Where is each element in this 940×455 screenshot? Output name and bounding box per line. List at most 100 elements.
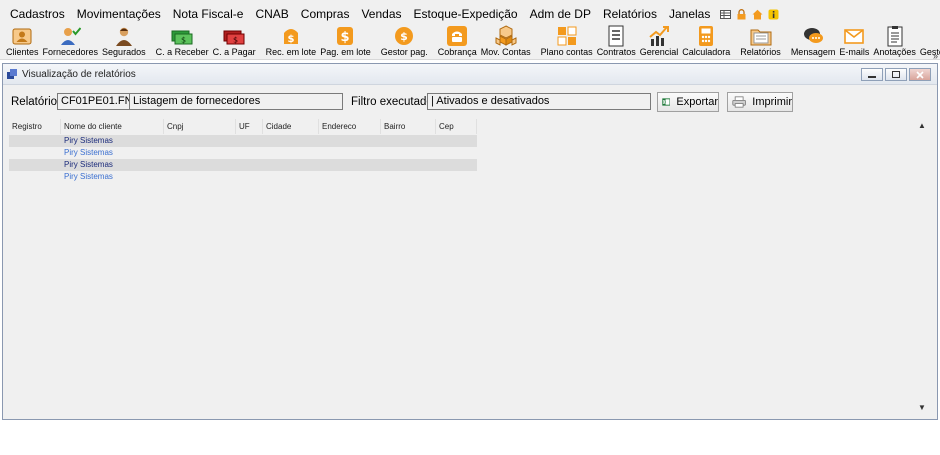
report-name-field[interactable]: Listagem de fornecedores [129,93,343,110]
close-icon [916,70,924,79]
menu-vendas[interactable]: Vendas [355,4,407,24]
calculadora-label: Calculadora [682,47,731,57]
gerencial-button[interactable]: Gerencial [638,24,681,60]
print-button[interactable]: Imprimir [727,92,793,112]
fornecedores-label: Fornecedores [42,47,99,57]
report-code-field[interactable]: CF01PE01.FN1 [57,93,131,110]
menu-nota-fiscal[interactable]: Nota Fiscal-e [167,4,250,24]
col-cidade[interactable]: Cidade [263,119,319,134]
menu-cnab[interactable]: CNAB [249,4,294,24]
export-label: Exportar [676,96,718,108]
relatorios-label: Relatórios [740,47,781,57]
report-viewer-window: Visualização de relatórios Relatório: CF… [2,63,938,420]
menu-adm-dp[interactable]: Adm de DP [524,4,597,24]
report-grid: Registro Nome do cliente Cnpj UF Cidade … [9,119,929,416]
pag-em-lote-button[interactable]: $ Pag. em lote [318,24,373,60]
cell-nome-cliente: Piry Sistemas [64,172,113,181]
contratos-label: Contratos [596,47,636,57]
batch-receive-icon: $ [283,29,298,45]
menu-movimentacoes[interactable]: Movimentações [71,4,167,24]
contracts-icon [608,25,624,47]
vertical-scrollbar[interactable]: ▲ ▼ [915,119,929,416]
reports-icon [750,29,772,46]
svg-text:$: $ [287,34,294,45]
menu-compras[interactable]: Compras [295,4,356,24]
col-endereco[interactable]: Endereco [319,119,381,134]
scroll-up-icon[interactable]: ▲ [918,121,926,130]
table-row[interactable]: Piry Sistemas [9,171,477,183]
col-cnpj[interactable]: Cnpj [164,119,236,134]
contas-pagar-button[interactable]: $ C. a Pagar [211,24,258,60]
col-bairro[interactable]: Bairro [381,119,436,134]
export-button[interactable]: Exportar [657,92,719,112]
pag-em-lote-label: Pag. em lote [320,47,371,57]
table-row[interactable]: Piry Sistemas [9,159,477,171]
chart-of-accounts-icon [557,26,577,46]
anotacoes-button[interactable]: Anotações [871,24,918,60]
info-icon[interactable] [768,9,779,20]
col-registro[interactable]: Registro [9,119,61,134]
cobranca-button[interactable]: Cobrança [436,24,479,60]
report-label: Relatório: [11,96,61,108]
minimize-button[interactable] [861,68,883,81]
gestor-pag-button[interactable]: $ Gestor pag. [379,24,430,60]
cobranca-label: Cobrança [437,47,477,57]
email-icon [844,29,865,44]
grid-header: Registro Nome do cliente Cnpj UF Cidade … [9,119,477,134]
plano-contas-button[interactable]: Plano contas [539,24,595,60]
table-row[interactable]: Piry Sistemas [9,135,477,147]
cell-registro [9,147,61,159]
printer-icon [732,96,746,108]
mov-contas-button[interactable]: Mov. Contas [479,24,533,60]
clientes-button[interactable]: Clientes [4,24,41,60]
grid-icon[interactable] [720,9,732,20]
anotacoes-label: Anotações [873,47,916,57]
svg-text:$: $ [341,30,350,45]
payment-manager-icon: $ [395,27,414,45]
mensagem-button[interactable]: Mensagem [789,24,838,60]
emails-button[interactable]: E-mails [837,24,871,60]
menu-relatorios[interactable]: Relatórios [597,4,663,24]
col-nome-cliente[interactable]: Nome do cliente [61,119,164,134]
contratos-button[interactable]: Contratos [595,24,638,60]
lock-icon[interactable] [736,8,747,20]
message-icon [804,28,824,43]
cell-registro [9,171,61,183]
contas-receber-button[interactable]: $ C. a Receber [154,24,211,60]
gestor-pag-label: Gestor pag. [380,47,428,57]
rec-em-lote-label: Rec. em lote [265,47,317,57]
relatorios-button[interactable]: Relatórios [738,24,783,60]
receivable-icon: $ [171,30,193,45]
calculator-icon [699,26,714,46]
table-row[interactable]: Piry Sistemas [9,147,477,159]
fornecedores-button[interactable]: Fornecedores [41,24,101,60]
clientes-label: Clientes [6,47,39,57]
cell-nome-cliente: Piry Sistemas [64,148,113,157]
menu-estoque-expedicao[interactable]: Estoque-Expedição [408,4,524,24]
window-title-bar[interactable]: Visualização de relatórios [3,64,937,85]
segurados-label: Segurados [102,47,146,57]
menu-janelas[interactable]: Janelas [663,4,716,24]
cell-registro [9,159,61,171]
col-uf[interactable]: UF [236,119,263,134]
close-button[interactable] [909,68,931,81]
window-app-icon [7,69,17,79]
billing-icon [447,26,468,46]
toolbar-overflow-icon[interactable]: » [933,51,938,61]
calculadora-button[interactable]: Calculadora [680,24,732,60]
excel-icon [662,98,671,106]
notes-icon [887,26,903,47]
menu-cadastros[interactable]: Cadastros [4,4,71,24]
restore-button[interactable] [885,68,907,81]
segurados-button[interactable]: Segurados [100,24,148,60]
emails-label: E-mails [839,47,870,57]
filter-value-field[interactable]: | Ativados e desativados [427,93,651,110]
scroll-down-icon[interactable]: ▼ [918,403,926,412]
clients-icon [12,28,32,45]
rec-em-lote-button[interactable]: $ Rec. em lote [264,24,319,60]
home-icon[interactable] [752,9,763,20]
col-cep[interactable]: Cep [436,119,477,134]
filter-label: Filtro executado: [351,96,437,108]
svg-text:$: $ [181,36,186,45]
print-label: Imprimir [752,96,792,108]
